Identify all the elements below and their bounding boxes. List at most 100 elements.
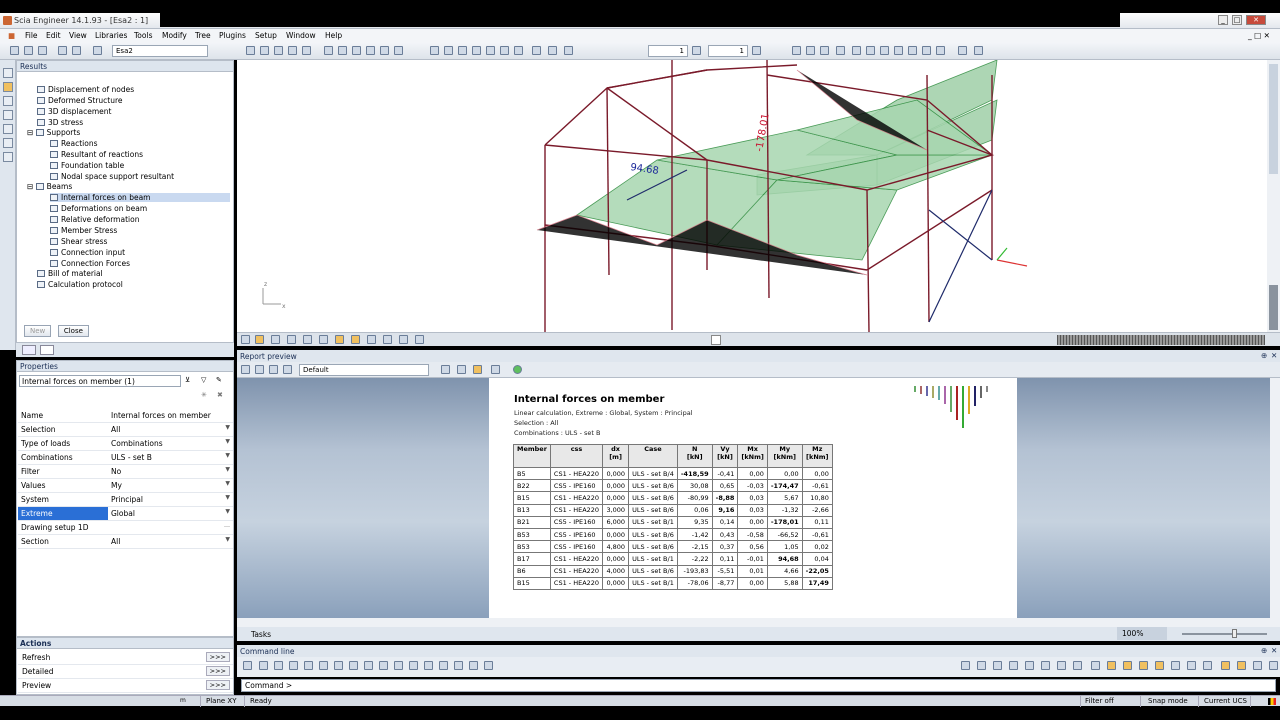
snap-mode-icon[interactable] [1073, 661, 1082, 670]
snap-tool-icon[interactable] [469, 661, 478, 670]
menu-edit[interactable]: Edit [46, 31, 61, 40]
tree-item-deformations-on-beam[interactable]: Deformations on beam [50, 204, 147, 213]
zoom-slider-thumb[interactable] [1232, 629, 1237, 638]
tree-item-foundation-table[interactable]: Foundation table [50, 161, 124, 170]
refresh-icon[interactable] [513, 365, 522, 374]
snap-mode-icon[interactable] [1203, 661, 1212, 670]
snap-tool-icon[interactable] [349, 661, 358, 670]
print-icon[interactable] [338, 46, 347, 55]
settings-icon[interactable] [241, 365, 250, 374]
tree-item-connection-forces[interactable]: Connection Forces [50, 259, 130, 268]
structure-tool-icon[interactable] [486, 46, 495, 55]
zoom-icon[interactable] [283, 365, 292, 374]
snap-tool-icon[interactable] [394, 661, 403, 670]
minimize-icon[interactable]: _ [1218, 15, 1228, 25]
action-refresh[interactable]: Refresh >>> [18, 651, 233, 665]
tree-item-displacement-of-nodes[interactable]: Displacement of nodes [37, 85, 134, 94]
view-mode-icon[interactable] [255, 335, 264, 344]
project-tree-icon[interactable] [3, 68, 13, 78]
tree-group-beams[interactable]: ⊟ Beams [27, 182, 72, 191]
menu-libraries[interactable]: Libraries [95, 31, 127, 40]
report-template-combo[interactable]: Default [299, 364, 429, 376]
tab-properties-icon[interactable] [40, 345, 54, 355]
page-layout-icon[interactable] [457, 365, 466, 374]
snap-mode-icon[interactable] [1269, 661, 1278, 670]
zoom-icon[interactable] [922, 46, 931, 55]
snap-tool-icon[interactable] [274, 661, 283, 670]
snap-mode-icon[interactable] [1041, 661, 1050, 670]
zoom-slider[interactable] [1182, 633, 1267, 635]
prop-row-filter[interactable]: Filter No ▼ [18, 465, 233, 479]
tree-item-connection-input[interactable]: Connection input [50, 248, 125, 257]
view-tool-icon[interactable] [302, 46, 311, 55]
structure-tool-icon[interactable] [532, 46, 541, 55]
project-icon[interactable] [93, 46, 102, 55]
status-filter[interactable]: Filter off [1085, 697, 1114, 705]
settings-icon[interactable] [255, 365, 264, 374]
view-mode-icon[interactable] [367, 335, 376, 344]
tree-item-bill-of-material[interactable]: Bill of material [37, 269, 103, 278]
menu-help[interactable]: Help [325, 31, 342, 40]
zoom-icon[interactable] [852, 46, 861, 55]
view-mode-icon[interactable] [335, 335, 344, 344]
collapse-icon[interactable]: ⊟ [27, 182, 36, 191]
view-rotate-icon[interactable] [820, 46, 829, 55]
view-mode-icon[interactable] [241, 335, 250, 344]
snap-tool-icon[interactable] [289, 661, 298, 670]
menu-window[interactable]: Window [286, 31, 316, 40]
snap-mode-icon[interactable] [1107, 661, 1116, 670]
chevron-down-icon[interactable]: ▼ [225, 452, 230, 459]
snap-tool-icon[interactable] [334, 661, 343, 670]
horizontal-scroll-track[interactable] [1057, 335, 1265, 345]
view-mode-icon[interactable] [415, 335, 424, 344]
spin-icon[interactable] [692, 46, 701, 55]
menu-modify[interactable]: Modify [162, 31, 187, 40]
report-horizontal-scrollbar[interactable] [237, 618, 1280, 627]
tree-item-member-stress[interactable]: Member Stress [50, 226, 117, 235]
status-ucs[interactable]: Current UCS [1204, 697, 1247, 705]
undo-icon[interactable] [58, 46, 67, 55]
redo-icon[interactable] [72, 46, 81, 55]
tool-icon[interactable] [3, 96, 13, 106]
page-layout-icon[interactable] [441, 365, 450, 374]
snap-tool-icon[interactable] [319, 661, 328, 670]
chevron-down-icon[interactable]: ▼ [225, 508, 230, 515]
snap-tool-icon[interactable] [364, 661, 373, 670]
print-icon[interactable] [324, 46, 333, 55]
zoom-icon[interactable] [936, 46, 945, 55]
close-icon[interactable]: ✕ [1271, 646, 1277, 655]
tool-icon[interactable] [3, 124, 13, 134]
view-mode-icon[interactable] [303, 335, 312, 344]
prop-row-name[interactable]: Name Internal forces on member [18, 409, 233, 423]
view-tool-icon[interactable] [288, 46, 297, 55]
wand-icon[interactable]: ✖ [217, 391, 223, 399]
snap-mode-icon[interactable] [977, 661, 986, 670]
wand-icon[interactable]: ✳ [201, 391, 207, 399]
structure-tool-icon[interactable] [564, 46, 573, 55]
table-icon[interactable] [491, 365, 500, 374]
view-mode-icon[interactable] [383, 335, 392, 344]
tree-item-reactions[interactable]: Reactions [50, 139, 97, 148]
tasks-label[interactable]: Tasks [251, 630, 271, 639]
view-mode-icon[interactable] [351, 335, 360, 344]
tree-item-resultant-of-reactions[interactable]: Resultant of reactions [50, 150, 143, 159]
snap-tool-icon[interactable] [439, 661, 448, 670]
tool-icon[interactable] [3, 152, 13, 162]
view-mode-icon[interactable] [399, 335, 408, 344]
view-rotate-icon[interactable] [792, 46, 801, 55]
snap-mode-icon[interactable] [1171, 661, 1180, 670]
menu-plugins[interactable]: Plugins [219, 31, 246, 40]
close-button[interactable]: Close [57, 325, 89, 337]
report-scrollbar[interactable] [1270, 378, 1280, 618]
open-file-icon[interactable] [24, 46, 33, 55]
structure-tool-icon[interactable] [444, 46, 453, 55]
scroll-handle[interactable] [711, 335, 721, 345]
tree-item-internal-forces-on-beam[interactable]: Internal forces on beam [50, 193, 230, 202]
tree-item-nodal-space-support[interactable]: Nodal space support resultant [50, 172, 174, 181]
tree-item-calculation-protocol[interactable]: Calculation protocol [37, 280, 123, 289]
menu-tree[interactable]: Tree [195, 31, 211, 40]
document-icon[interactable] [352, 46, 361, 55]
zoom-icon[interactable] [866, 46, 875, 55]
prop-row-combinations[interactable]: Combinations ULS - set B ▼ [18, 451, 233, 465]
structure-tool-icon[interactable] [458, 46, 467, 55]
